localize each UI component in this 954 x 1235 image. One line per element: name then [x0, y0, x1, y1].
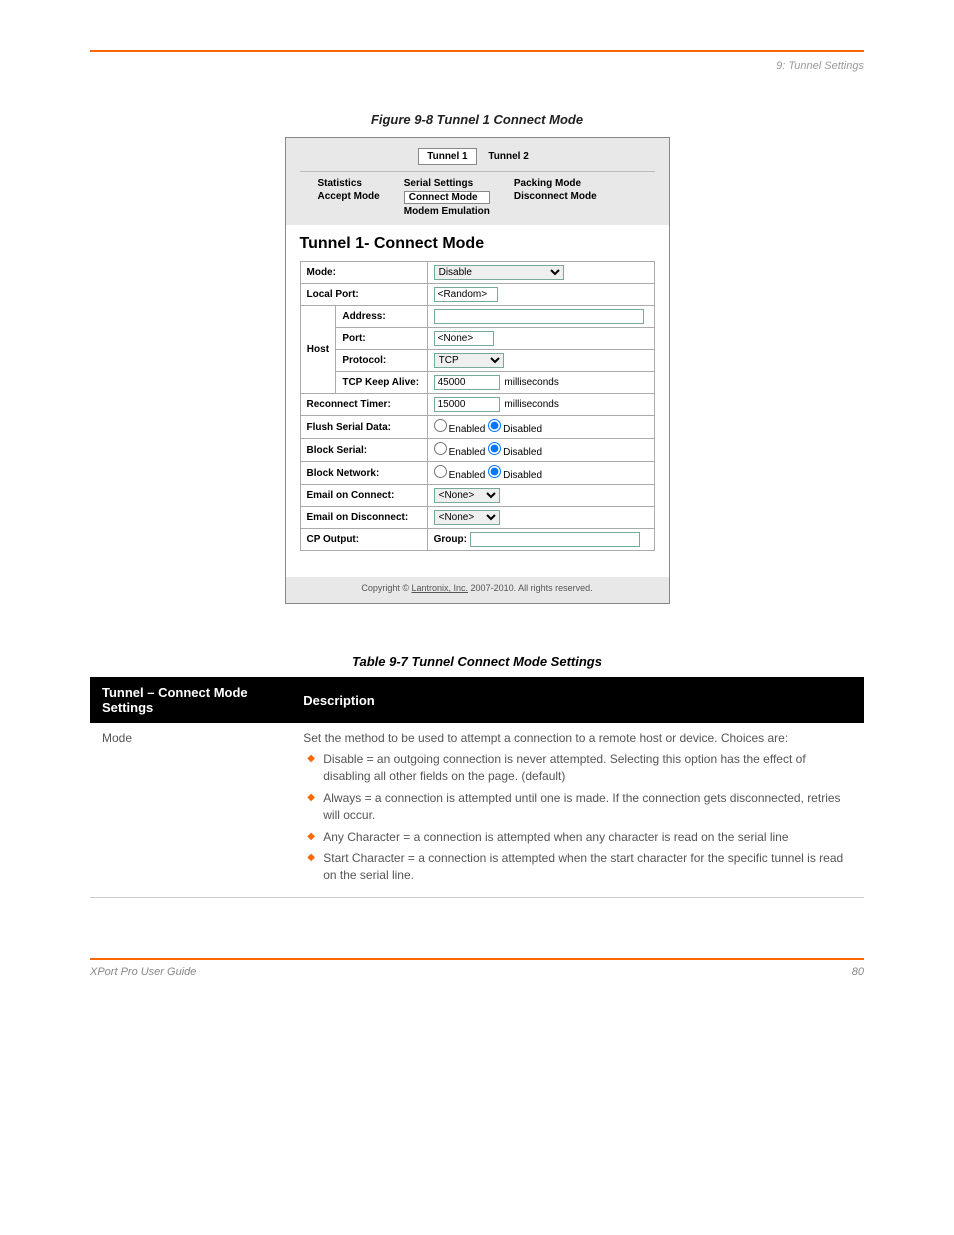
tunnel-tab-row: Tunnel 1 Tunnel 2 [300, 148, 655, 165]
email-disconnect-label: Email on Disconnect: [300, 507, 427, 529]
nav-columns: Statistics Accept Mode Serial Settings C… [300, 178, 655, 225]
protocol-select[interactable]: TCP [434, 353, 504, 368]
mode-options-list: Disable = an outgoing connection is neve… [303, 751, 852, 885]
cp-output-group-label: Group: [434, 534, 467, 545]
reconnect-input[interactable] [434, 397, 500, 412]
local-port-cell [427, 284, 654, 306]
block-serial-label: Block Serial: [300, 439, 427, 462]
panel-footer: Copyright © Lantronix, Inc. 2007-2010. A… [286, 577, 669, 603]
block-serial-enabled-label: Enabled [449, 447, 486, 458]
tcp-keep-alive-unit: milliseconds [504, 377, 558, 388]
panel-title: Tunnel 1- Connect Mode [300, 235, 655, 253]
flush-enabled-label: Enabled [449, 424, 486, 435]
flush-enabled-radio[interactable] [434, 419, 447, 432]
block-network-disabled-radio[interactable] [488, 465, 501, 478]
mode-intro-text: Set the method to be used to attempt a c… [303, 731, 788, 745]
tab-tunnel1[interactable]: Tunnel 1 [418, 148, 476, 165]
nav-accept-mode[interactable]: Accept Mode [318, 191, 380, 202]
port-input[interactable] [434, 331, 494, 346]
block-network-disabled-label: Disabled [503, 470, 542, 481]
block-serial-disabled-radio[interactable] [488, 442, 501, 455]
protocol-label: Protocol: [336, 350, 427, 372]
cp-output-group-input[interactable] [470, 532, 640, 547]
mode-field-desc: Set the method to be used to attempt a c… [291, 723, 864, 897]
flush-serial-label: Flush Serial Data: [300, 416, 427, 439]
nav-serial-settings[interactable]: Serial Settings [404, 178, 490, 189]
email-disconnect-select[interactable]: <None> [434, 510, 500, 525]
address-input[interactable] [434, 309, 644, 324]
table-row: Mode Set the method to be used to attemp… [90, 723, 864, 897]
email-connect-select[interactable]: <None> [434, 488, 500, 503]
panel-body: Tunnel 1- Connect Mode Mode: Disable Loc… [286, 225, 669, 577]
nav-col-3: Packing Mode Disconnect Mode [514, 178, 597, 217]
list-item: Always = a connection is attempted until… [303, 790, 852, 825]
local-port-label: Local Port: [300, 284, 427, 306]
footer-row: XPort Pro User Guide 80 [90, 966, 864, 978]
block-network-label: Block Network: [300, 462, 427, 485]
block-network-enabled-label: Enabled [449, 470, 486, 481]
panel-nav-area: Tunnel 1 Tunnel 2 Statistics Accept Mode… [286, 138, 669, 225]
header-chapter: 9: Tunnel Settings [90, 60, 864, 72]
tcp-keep-alive-label: TCP Keep Alive: [336, 372, 427, 394]
footer-doc-title: XPort Pro User Guide [90, 966, 196, 978]
config-panel: Tunnel 1 Tunnel 2 Statistics Accept Mode… [285, 137, 670, 604]
address-label: Address: [336, 306, 427, 328]
mode-label: Mode: [300, 262, 427, 284]
nav-col-1: Statistics Accept Mode [318, 178, 380, 217]
table-caption: Table 9-7 Tunnel Connect Mode Settings [90, 654, 864, 669]
list-item: Any Character = a connection is attempte… [303, 829, 852, 846]
settings-description-table: Tunnel – Connect Mode Settings Descripti… [90, 677, 864, 898]
table-header-field: Tunnel – Connect Mode Settings [90, 677, 291, 723]
nav-packing-mode[interactable]: Packing Mode [514, 178, 597, 189]
reconnect-label: Reconnect Timer: [300, 394, 427, 416]
table-header-desc: Description [291, 677, 864, 723]
local-port-input[interactable] [434, 287, 498, 302]
nav-col-2: Serial Settings Connect Mode Modem Emula… [404, 178, 490, 217]
nav-disconnect-mode[interactable]: Disconnect Mode [514, 191, 597, 202]
reconnect-unit: milliseconds [504, 399, 558, 410]
footer-page-number: 80 [852, 966, 864, 978]
email-connect-label: Email on Connect: [300, 485, 427, 507]
tab-tunnel2[interactable]: Tunnel 2 [480, 149, 536, 164]
flush-disabled-label: Disabled [503, 424, 542, 435]
mode-cell: Disable [427, 262, 654, 284]
flush-disabled-radio[interactable] [488, 419, 501, 432]
block-serial-enabled-radio[interactable] [434, 442, 447, 455]
port-label: Port: [336, 328, 427, 350]
copyright-suffix: 2007-2010. All rights reserved. [468, 583, 593, 593]
config-panel-wrap: Tunnel 1 Tunnel 2 Statistics Accept Mode… [90, 137, 864, 604]
nav-modem-emulation[interactable]: Modem Emulation [404, 206, 490, 217]
cp-output-label: CP Output: [300, 529, 427, 551]
header-rule [90, 50, 864, 52]
copyright-prefix: Copyright © [361, 583, 411, 593]
block-serial-disabled-label: Disabled [503, 447, 542, 458]
host-label: Host [300, 306, 336, 394]
nav-statistics[interactable]: Statistics [318, 178, 380, 189]
mode-select[interactable]: Disable [434, 265, 564, 280]
mode-field-name: Mode [90, 723, 291, 897]
figure-caption: Figure 9-8 Tunnel 1 Connect Mode [90, 112, 864, 127]
nav-connect-mode[interactable]: Connect Mode [404, 191, 490, 204]
nav-rule [300, 171, 655, 172]
footer-rule [90, 958, 864, 960]
tcp-keep-alive-input[interactable] [434, 375, 500, 390]
lantronix-link[interactable]: Lantronix, Inc. [412, 583, 469, 593]
list-item: Disable = an outgoing connection is neve… [303, 751, 852, 786]
block-network-enabled-radio[interactable] [434, 465, 447, 478]
list-item: Start Character = a connection is attemp… [303, 850, 852, 885]
config-table: Mode: Disable Local Port: Host Address: [300, 261, 655, 551]
